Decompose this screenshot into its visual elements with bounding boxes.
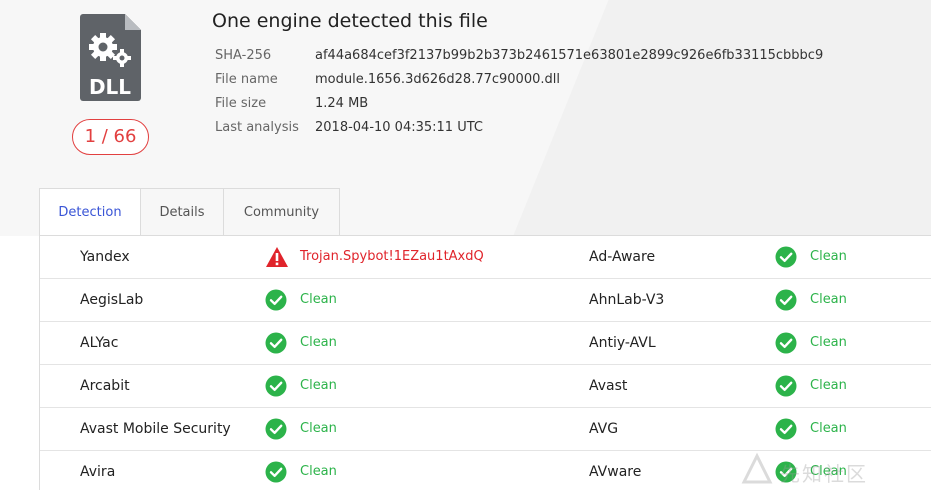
check-circle-icon <box>265 289 287 311</box>
result-clean: Clean <box>300 464 337 479</box>
engine-name: Avast <box>589 378 628 394</box>
engine-name: Yandex <box>80 249 130 265</box>
meta-row-file-size: File size 1.24 MB <box>215 96 368 111</box>
meta-label: Last analysis <box>215 120 299 135</box>
engine-name: AVware <box>589 464 642 480</box>
meta-label: File size <box>215 96 267 111</box>
result-clean: Clean <box>300 335 337 350</box>
meta-value: 1.24 MB <box>315 96 369 111</box>
meta-value: af44a684cef3f2137b99b2b373b2461571e63801… <box>315 48 824 63</box>
result-clean: Clean <box>300 292 337 307</box>
page-title: One engine detected this file <box>212 10 488 32</box>
result-clean: Clean <box>810 335 847 350</box>
result-clean: Clean <box>810 292 847 307</box>
result-clean: Clean <box>810 378 847 393</box>
engine-name: Ad-Aware <box>589 249 656 265</box>
tab-details[interactable]: Details <box>141 189 224 237</box>
result-clean: Clean <box>300 421 337 436</box>
table-row: ALYac Clean Antiy-AVL Clean <box>40 322 931 365</box>
check-circle-icon <box>265 332 287 354</box>
warning-triangle-icon <box>265 246 288 268</box>
header-background-shade <box>495 0 931 236</box>
meta-label: SHA-256 <box>215 48 272 63</box>
result-clean: Clean <box>300 378 337 393</box>
table-row: Avast Mobile Security Clean AVG Clean <box>40 408 931 451</box>
meta-label: File name <box>215 72 278 87</box>
check-circle-icon <box>775 246 797 268</box>
result-clean: Clean <box>810 421 847 436</box>
table-row: Arcabit Clean Avast Clean <box>40 365 931 408</box>
check-circle-icon <box>775 375 797 397</box>
result-detection: Trojan.Spybot!1EZau1tAxdQ <box>300 249 484 264</box>
meta-row-sha256: SHA-256 af44a684cef3f2137b99b2b373b246157… <box>215 48 823 63</box>
meta-value: module.1656.3d626d28.77c90000.dll <box>315 72 560 87</box>
tab-detection[interactable]: Detection <box>40 189 141 238</box>
engine-name: ALYac <box>80 335 119 351</box>
result-clean: Clean <box>810 249 847 264</box>
check-circle-icon <box>265 461 287 483</box>
check-circle-icon <box>775 289 797 311</box>
engine-name: AVG <box>589 421 619 437</box>
engine-name: Antiy-AVL <box>589 335 656 351</box>
check-circle-icon <box>775 332 797 354</box>
file-type-label: DLL <box>89 75 131 99</box>
engine-name: Avast Mobile Security <box>80 421 231 437</box>
tab-bar: Detection Details Community <box>39 188 340 238</box>
check-circle-icon <box>775 418 797 440</box>
engine-name: AhnLab-V3 <box>589 292 665 308</box>
check-circle-icon <box>265 418 287 440</box>
meta-row-file-name: File name module.1656.3d626d28.77c90000.d… <box>215 72 560 87</box>
check-circle-icon <box>265 375 287 397</box>
watermark-logo-icon <box>741 452 773 484</box>
meta-value: 2018-04-10 04:35:11 UTC <box>315 120 483 135</box>
engine-name: AegisLab <box>80 292 144 308</box>
tab-community[interactable]: Community <box>224 189 339 237</box>
engine-name: Avira <box>80 464 116 480</box>
engine-name: Arcabit <box>80 378 130 394</box>
dll-file-gear-icon: DLL <box>80 14 141 101</box>
table-row: Yandex Trojan.Spybot!1EZau1tAxdQ Ad-Aware C… <box>40 236 931 279</box>
table-row: AegisLab Clean AhnLab-V3 Clean <box>40 279 931 322</box>
watermark-text: 先知社区 <box>780 462 868 486</box>
watermark: 先知社区 <box>740 452 920 486</box>
detection-score-badge: 1 / 66 <box>72 119 149 155</box>
meta-row-last-analysis: Last analysis 2018-04-10 04:35:11 UTC <box>215 120 483 135</box>
